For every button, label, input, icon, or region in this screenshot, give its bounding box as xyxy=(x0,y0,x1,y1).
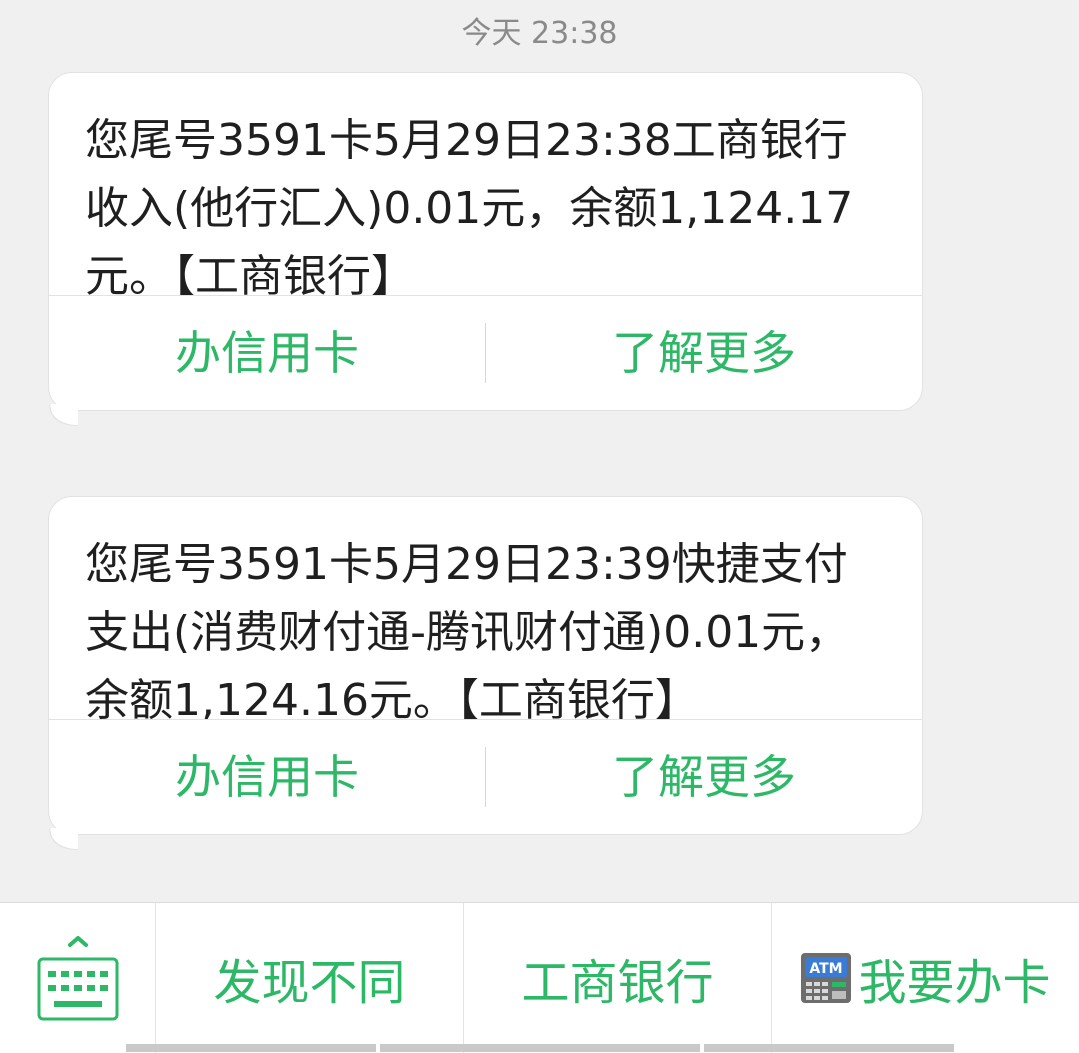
apply-credit-card-button[interactable]: 办信用卡 xyxy=(49,296,485,410)
menu-label: 工商银行 xyxy=(521,955,714,1011)
menu-discover-different[interactable]: 发现不同 xyxy=(156,903,464,1053)
keyboard-icon xyxy=(37,936,119,1021)
bottom-scroll-indicator xyxy=(126,1044,376,1052)
message-actions: 办信用卡 了解更多 xyxy=(49,719,922,834)
learn-more-button[interactable]: 了解更多 xyxy=(486,720,922,834)
message-text: 您尾号3591卡5月29日23:38工商银行收入(他行汇入)0.01元，余额1,… xyxy=(85,115,854,302)
bottom-scroll-indicator xyxy=(704,1044,954,1052)
apply-credit-card-button[interactable]: 办信用卡 xyxy=(49,720,485,834)
bubble-tail xyxy=(48,828,78,850)
keyboard-toggle-button[interactable] xyxy=(0,903,156,1053)
message-text: 您尾号3591卡5月29日23:39快捷支付支出(消费财付通-腾讯财付通)0.0… xyxy=(85,539,850,726)
menu-label: 发现不同 xyxy=(213,955,406,1011)
message-timestamp: 今天 23:38 xyxy=(461,16,618,51)
message-bubble[interactable]: 您尾号3591卡5月29日23:39快捷支付支出(消费财付通-腾讯财付通)0.0… xyxy=(48,496,923,835)
bottom-scroll-indicator xyxy=(380,1044,700,1052)
message-bubble[interactable]: 您尾号3591卡5月29日23:38工商银行收入(他行汇入)0.01元，余额1,… xyxy=(48,72,923,411)
menu-label: 我要办卡 xyxy=(858,955,1051,1011)
menu-apply-card[interactable]: ATM 我要办卡 xyxy=(772,903,1079,1053)
svg-text:ATM: ATM xyxy=(810,961,843,977)
menu-icbc[interactable]: 工商银行 xyxy=(464,903,772,1053)
bottom-menu-bar: 发现不同 工商银行 ATM 我要办卡 xyxy=(0,902,1079,1053)
learn-more-button[interactable]: 了解更多 xyxy=(486,296,922,410)
message-actions: 办信用卡 了解更多 xyxy=(49,295,922,410)
bubble-tail xyxy=(48,404,78,426)
atm-icon: ATM xyxy=(800,952,852,1004)
